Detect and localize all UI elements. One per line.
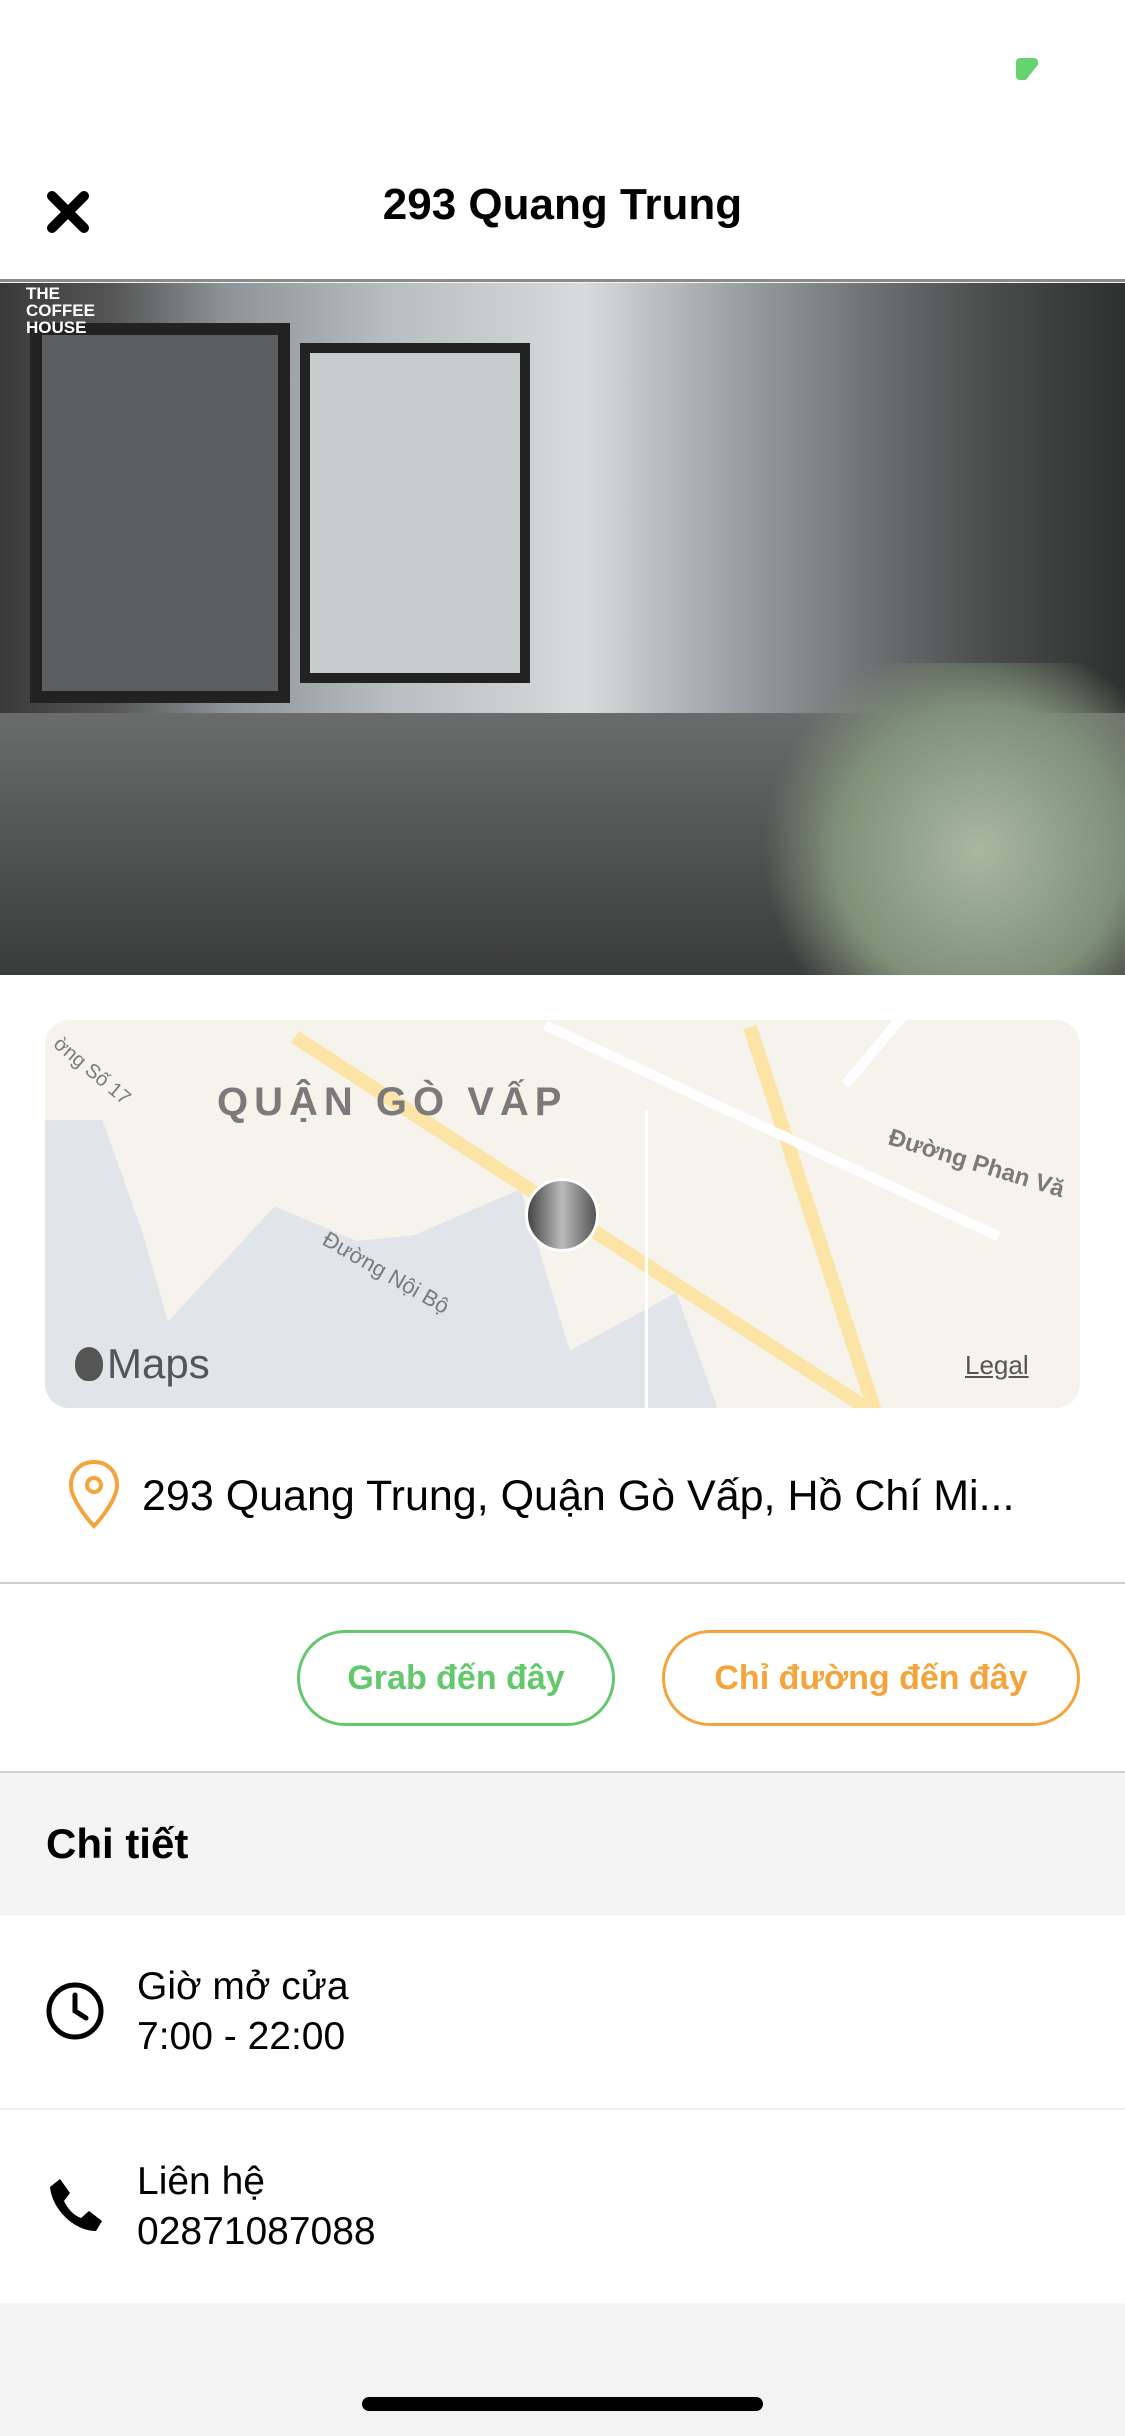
location-pin-icon bbox=[68, 1459, 120, 1529]
store-logo: THE COFFEE HOUSE bbox=[26, 284, 95, 337]
store-photo: THE COFFEE HOUSE bbox=[0, 283, 1125, 975]
directions-button[interactable]: Chỉ đường đến đây bbox=[662, 1630, 1080, 1726]
row-label: Giờ mở cửa bbox=[137, 1965, 349, 2008]
contact-row[interactable]: Liên hệ 02871087088 bbox=[0, 2110, 1125, 2303]
address-text: 293 Quang Trung, Quận Gò Vấp, Hồ Chí Mi.… bbox=[142, 1472, 1015, 1520]
store-map-marker[interactable] bbox=[525, 1178, 599, 1252]
nav-bar: 293 Quang Trung bbox=[0, 130, 1125, 282]
home-indicator bbox=[362, 2397, 763, 2411]
page-title: 293 Quang Trung bbox=[382, 180, 743, 229]
phone-number[interactable]: 02871087088 bbox=[137, 2210, 376, 2254]
clock-icon bbox=[46, 1982, 104, 2040]
map-street-label: ờng Số 17 bbox=[49, 1032, 135, 1110]
phone-icon bbox=[50, 2179, 102, 2231]
opening-hours-row: Giờ mở cửa 7:00 - 22:00 bbox=[0, 1915, 1125, 2108]
status-bar bbox=[0, 0, 1125, 130]
divider bbox=[0, 1582, 1125, 1584]
map-view[interactable]: QUẬN GÒ VẤP ờng Số 17 Đường Phan Vă Đườn… bbox=[45, 1020, 1080, 1408]
grab-button[interactable]: Grab đến đây bbox=[297, 1630, 615, 1726]
details-title: Chi tiết bbox=[46, 1820, 189, 1867]
apple-icon bbox=[75, 1347, 103, 1381]
battery-icon bbox=[1016, 58, 1038, 80]
map-district-label: QUẬN GÒ VẤP bbox=[217, 1080, 568, 1124]
apple-maps-logo: Maps bbox=[75, 1340, 210, 1388]
row-value: 7:00 - 22:00 bbox=[137, 2015, 346, 2058]
row-label: Liên hệ bbox=[137, 2160, 265, 2203]
legal-link[interactable]: Legal bbox=[965, 1350, 1029, 1381]
